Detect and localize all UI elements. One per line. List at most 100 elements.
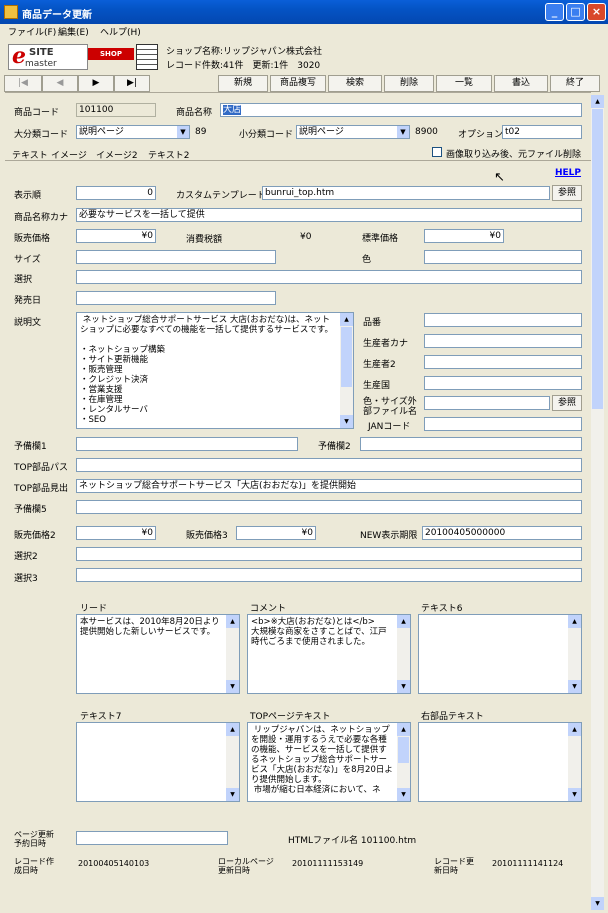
spare1-field[interactable] [76,437,298,451]
kana-label: 商品名称カナ [14,213,69,223]
top-path-label: TOP部品パス [14,463,69,473]
select2-field[interactable] [76,547,582,561]
description-textarea[interactable]: ネットショップ総合サポートサービス 大店(おおだな)は、ネットショップに必要なす… [76,312,354,429]
chevron-down-icon: ▼ [397,126,409,138]
close-button[interactable]: × [587,3,606,21]
select2-label: 選択2 [14,552,38,562]
copy-product-button[interactable]: 商品複写 [270,75,326,92]
country-label: 生産国 [363,381,391,391]
checkbox-label: 画像取り込み後、元ファイル削除 [446,150,582,160]
spare5-label: 予備欄5 [14,505,47,515]
cat-small-num: 8900 [415,127,438,137]
comment-textarea[interactable]: <b>※大店(おおだな)とは</b> 大規模な商家をさすことばで、江戸時代ごろま… [247,614,411,694]
search-button[interactable]: 検索 [328,75,382,92]
maker-kana-label: 生産者カナ [363,339,409,349]
main-scrollbar[interactable]: ▲ ▼ [591,95,604,910]
spreadsheet-icon [136,44,158,70]
cat-small-select[interactable]: 説明ページ ▼ [296,125,410,139]
new-period-label: NEW表示期限 [360,531,418,541]
maker-kana-field[interactable] [424,334,582,348]
esite-logo: e SITE master SHOP [8,42,158,72]
top-head-label: TOP部品見出 [14,484,69,494]
chevron-down-icon: ▼ [177,126,189,138]
cat-small-label: 小分類コード [239,130,294,140]
lead-label: リード [80,604,108,614]
maker2-field[interactable] [424,355,582,369]
next-record-button[interactable]: ▶ [78,75,114,92]
option-field[interactable]: t02 [502,125,582,139]
spare2-field[interactable] [360,437,582,451]
hinban-label: 品番 [363,318,382,328]
minimize-button[interactable]: _ [545,3,564,21]
last-record-button[interactable]: ▶| [114,75,150,92]
help-link[interactable]: HELP [555,168,581,178]
spare5-field[interactable] [76,500,582,514]
delete-original-checkbox[interactable] [432,147,442,157]
text7-textarea[interactable]: ▲ ▼ [76,722,240,802]
menu-file[interactable]: ファイル(F) [8,25,56,38]
order-field[interactable]: 0 [76,186,156,200]
top-page-text-label: TOPページテキスト [250,712,331,722]
page-update-field[interactable] [76,831,228,845]
top-path-field[interactable] [76,458,582,472]
size-label: サイズ [14,255,41,265]
select3-field[interactable] [76,568,582,582]
colorsize-file-field[interactable] [424,396,550,410]
size-field[interactable] [76,250,276,264]
price2-label: 販売価格2 [14,531,56,541]
price3-label: 販売価格3 [186,531,228,541]
template-field[interactable]: bunrui_top.htm [262,186,550,200]
colorsize-label-2: 部ファイル名 [363,407,418,417]
order-label: 表示順 [14,191,42,201]
top-page-textarea[interactable]: リップジャパンは、ネットショップを開設・運用するうえで必要な各種の機能、サービス… [247,722,411,802]
new-button[interactable]: 新規 [218,75,268,92]
color-field[interactable] [424,250,582,264]
local-update-value: 20101111153149 [292,859,364,868]
menu-edit[interactable]: 編集(E) [58,25,89,38]
top-head-field[interactable]: ネットショップ総合サポートサービス「大店(おおだな)」を提供開始 [76,479,582,493]
spare1-label: 予備欄1 [14,442,47,452]
scroll-thumb[interactable] [592,109,603,409]
right-text-textarea[interactable]: ▲ ▼ [418,722,582,802]
right-text-label: 右部品テキスト [421,712,484,722]
select-field[interactable] [76,270,582,284]
kana-field[interactable]: 必要なサービスを一括して提供 [76,208,582,222]
jan-field[interactable] [424,417,582,431]
new-period-field[interactable]: 20100405000000 [422,526,582,540]
product-code-field: 101100 [76,103,156,117]
std-price-field[interactable]: ¥0 [424,229,504,243]
country-field[interactable] [424,376,582,390]
price3-field[interactable]: ¥0 [236,526,316,540]
app-icon [4,5,18,19]
local-update-label-2: 更新日時 [218,866,250,875]
shop-badge: SHOP [88,48,134,60]
std-price-label: 標準価格 [362,234,399,244]
text6-textarea[interactable]: ▲ ▼ [418,614,582,694]
exit-button[interactable]: 終了 [550,75,600,92]
template-label: カスタムテンプレート [176,191,266,201]
template-browse-button[interactable]: 参照 [552,185,582,201]
first-record-button[interactable]: |◀ [4,75,42,92]
colorsize-browse-button[interactable]: 参照 [552,395,582,411]
created-label-2: 成日時 [14,866,38,875]
price2-field[interactable]: ¥0 [76,526,156,540]
record-update-label-2: 新日時 [434,866,458,875]
menu-help[interactable]: ヘルプ(H) [100,25,141,38]
write-button[interactable]: 書込 [494,75,548,92]
list-button[interactable]: 一覧 [436,75,492,92]
product-name-field[interactable]: 大店 [220,103,582,117]
lead-textarea[interactable]: 本サービスは、2010年8月20日より提供開始した新しいサービスです。 ▲ ▼ [76,614,240,694]
tax-label: 消費税額 [186,235,223,245]
release-date-field[interactable] [76,291,276,305]
description-scrollbar[interactable]: ▲ ▼ [340,313,353,428]
prev-record-button[interactable]: ◀ [42,75,78,92]
hinban-field[interactable] [424,313,582,327]
price-field[interactable]: ¥0 [76,229,156,243]
maximize-button[interactable]: □ [566,3,585,21]
price-label: 販売価格 [14,234,51,244]
cat-large-select[interactable]: 説明ページ ▼ [76,125,190,139]
delete-button[interactable]: 削除 [384,75,434,92]
release-date-label: 発売日 [14,296,42,306]
select-label: 選択 [14,275,33,285]
menu-bar: ファイル(F) 編集(E) ヘルプ(H) [0,24,608,38]
